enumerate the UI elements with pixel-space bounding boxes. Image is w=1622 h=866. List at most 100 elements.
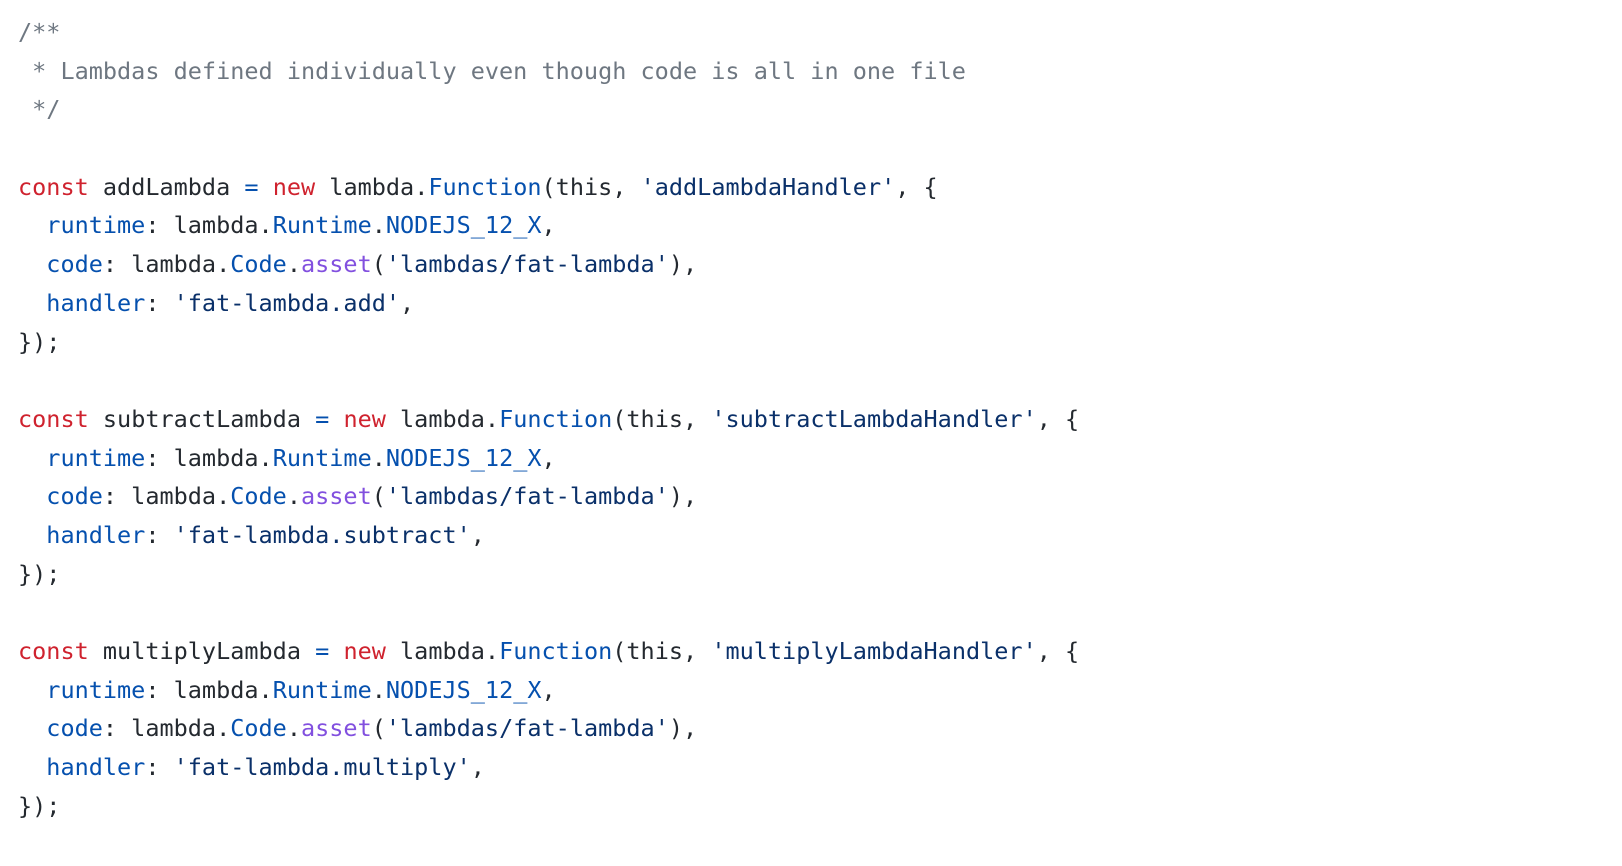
code-token-plain: ,: [470, 520, 485, 549]
code-token-class: Code: [230, 250, 287, 279]
code-token-comment: */: [18, 95, 61, 124]
code-token-plain: ,: [541, 443, 556, 472]
code-token-plain: ),: [668, 250, 698, 279]
code-token-keyword: new: [272, 172, 316, 201]
code-line: });: [18, 787, 1079, 826]
code-token-keyword: const: [18, 172, 89, 201]
code-token-keyword: const: [18, 637, 89, 665]
code-token-prop: NODEJS_12_X: [385, 443, 542, 472]
code-token-string: 'fat-lambda.multiply': [173, 753, 471, 782]
code-token-plain: ),: [668, 482, 698, 511]
code-token-operator: =: [244, 172, 259, 201]
code-token-plain: : lambda.: [145, 211, 273, 240]
code-line: const subtractLambda = new lambda.Functi…: [18, 400, 1079, 439]
code-token-comment: * Lambdas defined individually even thou…: [18, 56, 966, 85]
code-token-string: 'addLambdaHandler': [640, 172, 896, 201]
code-line: const multiplyLambda = new lambda.Functi…: [18, 632, 1079, 671]
code-token-operator: =: [315, 404, 330, 433]
code-token-plain: :: [145, 753, 174, 782]
code-token-keyword: const: [18, 404, 89, 433]
code-token-prop: NODEJS_12_X: [385, 675, 542, 704]
code-token-string: 'lambdas/fat-lambda': [385, 714, 669, 743]
code-token-prop: runtime: [46, 443, 146, 472]
code-token-method: asset: [300, 250, 372, 279]
code-token-plain: subtractLambda: [88, 404, 316, 433]
code-line: */: [18, 90, 1079, 129]
code-token-plain: (this,: [612, 404, 712, 433]
code-token-string: 'fat-lambda.subtract': [173, 520, 471, 549]
code-token-method: asset: [300, 482, 372, 511]
code-line: runtime: lambda.Runtime.NODEJS_12_X,: [18, 439, 1079, 478]
code-token-plain: lambda.: [385, 404, 500, 433]
code-token-operator: =: [315, 637, 330, 665]
code-line: handler: 'fat-lambda.multiply',: [18, 748, 1079, 787]
code-token-string: 'lambdas/fat-lambda': [385, 482, 669, 511]
code-token-string: 'multiplyLambdaHandler': [711, 637, 1037, 665]
code-token-class: Runtime: [272, 443, 372, 472]
code-line: handler: 'fat-lambda.add',: [18, 284, 1079, 323]
code-token-method: asset: [300, 714, 372, 743]
code-token-plain: .: [371, 675, 386, 704]
code-token-class: Code: [230, 714, 287, 743]
code-token-plain: .: [286, 250, 301, 279]
code-token-plain: ,: [541, 211, 556, 240]
code-token-string: 'lambdas/fat-lambda': [385, 250, 669, 279]
code-block: /** * Lambdas defined individually even …: [18, 13, 1079, 825]
code-token-string: 'fat-lambda.add': [173, 288, 401, 317]
code-token-plain: : lambda.: [102, 250, 231, 279]
code-token-plain: });: [18, 559, 61, 588]
code-token-class: Runtime: [272, 675, 372, 704]
code-token-plain: ,: [470, 753, 485, 782]
code-token-prop: runtime: [46, 211, 146, 240]
code-line: runtime: lambda.Runtime.NODEJS_12_X,: [18, 206, 1079, 245]
code-token-plain: : lambda.: [145, 675, 273, 704]
code-token-comment: /**: [18, 18, 61, 46]
code-token-plain: .: [371, 211, 386, 240]
code-token-plain: (this,: [612, 637, 712, 665]
code-token-plain: addLambda: [88, 172, 245, 201]
code-line: handler: 'fat-lambda.subtract',: [18, 516, 1079, 555]
code-token-plain: (: [371, 482, 386, 511]
code-token-plain: : lambda.: [102, 482, 231, 511]
code-token-prop: code: [46, 714, 103, 743]
code-token-class: Function: [499, 637, 613, 665]
code-token-plain: lambda.: [385, 637, 500, 665]
code-line: code: lambda.Code.asset('lambdas/fat-lam…: [18, 477, 1079, 516]
code-token-prop: handler: [46, 753, 146, 782]
code-token-prop: handler: [46, 520, 146, 549]
code-token-prop: code: [46, 250, 103, 279]
code-token-plain: (: [371, 250, 386, 279]
code-token-prop: code: [46, 482, 103, 511]
code-token-keyword: new: [343, 404, 386, 433]
code-line: * Lambdas defined individually even thou…: [18, 52, 1079, 91]
code-token-plain: :: [145, 520, 174, 549]
code-token-class: Function: [428, 172, 542, 201]
code-token-plain: ),: [668, 714, 698, 743]
code-token-plain: lambda.: [315, 172, 429, 201]
code-token-prop: handler: [46, 288, 146, 317]
code-token-plain: : lambda.: [145, 443, 273, 472]
code-token-prop: runtime: [46, 675, 146, 704]
code-token-keyword: new: [343, 637, 386, 665]
code-line: runtime: lambda.Runtime.NODEJS_12_X,: [18, 671, 1079, 710]
code-token-plain: (this,: [541, 172, 641, 201]
code-token-plain: , {: [1036, 637, 1080, 665]
code-token-plain: multiplyLambda: [88, 637, 316, 665]
code-line: const addLambda = new lambda.Function(th…: [18, 168, 1079, 207]
code-token-string: 'subtractLambdaHandler': [711, 404, 1037, 433]
code-token-plain: .: [286, 482, 301, 511]
code-token-plain: (: [371, 714, 386, 743]
